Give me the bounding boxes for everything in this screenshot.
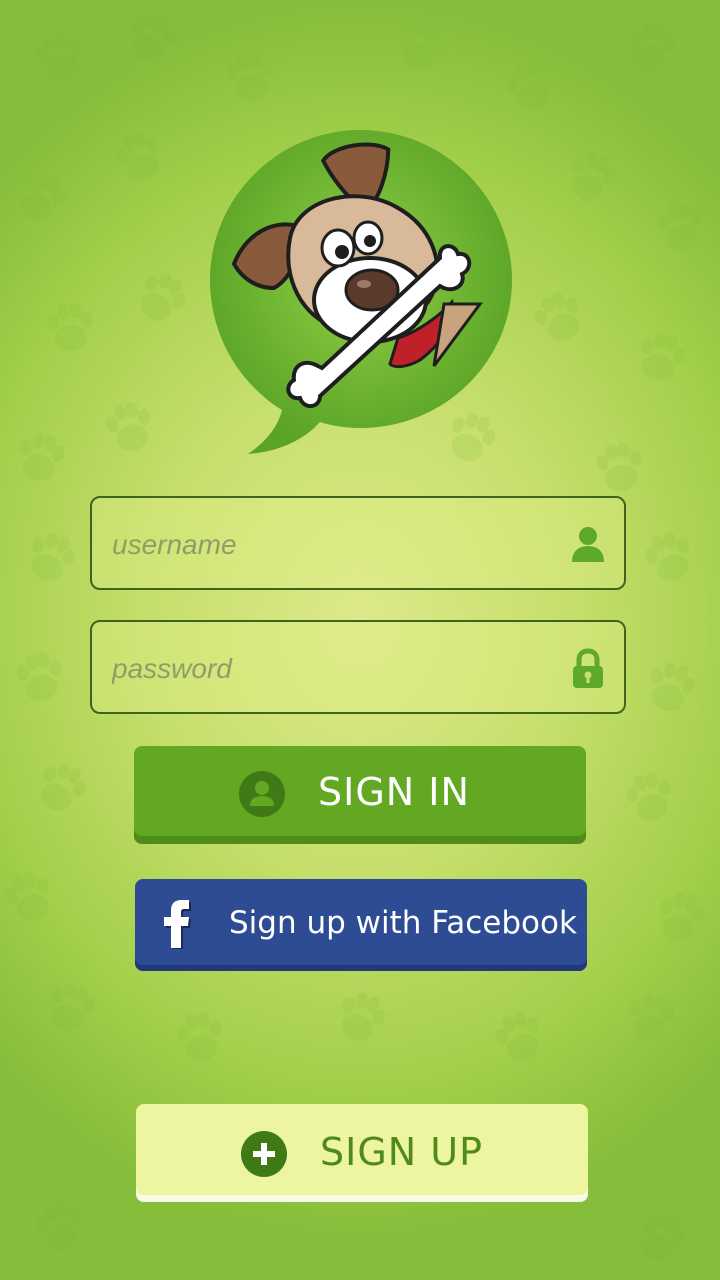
sign-in-button[interactable]: SIGN IN [134, 746, 586, 844]
password-field[interactable] [90, 620, 626, 714]
dog-logo [210, 130, 512, 454]
user-icon [572, 527, 604, 562]
sign-up-button[interactable]: SIGN UP [136, 1104, 588, 1202]
lock-icon [573, 648, 603, 688]
password-input[interactable] [110, 644, 554, 694]
username-field[interactable] [90, 496, 626, 590]
user-circle-icon [239, 771, 285, 817]
username-input[interactable] [110, 520, 554, 570]
plus-circle-icon [241, 1131, 287, 1177]
facebook-label: Sign up with Facebook [229, 905, 577, 941]
sign-up-label: SIGN UP [320, 1130, 484, 1174]
sign-in-label: SIGN IN [318, 770, 470, 814]
facebook-f-icon [164, 900, 191, 949]
login-screen: SIGN IN Sign up with Facebook SIGN UP [0, 0, 720, 1280]
facebook-signup-button[interactable]: Sign up with Facebook [135, 879, 587, 971]
